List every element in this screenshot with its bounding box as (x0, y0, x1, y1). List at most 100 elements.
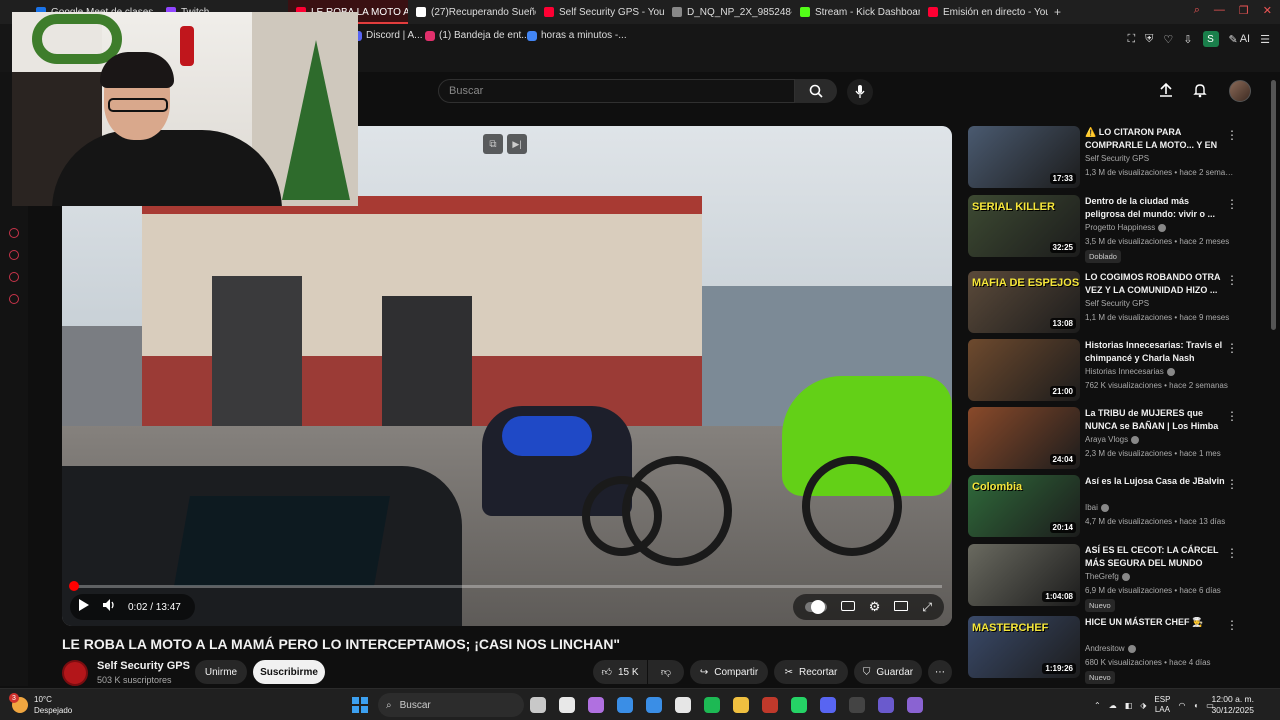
recommendation-title[interactable]: Así es la Lujosa Casa de JBalvin (1085, 475, 1225, 488)
recommendation-channel[interactable]: TheGrefg (1085, 572, 1130, 581)
taskbar-app-icon[interactable] (733, 697, 749, 713)
taskbar-app-icon[interactable] (646, 697, 662, 713)
play-button[interactable] (78, 598, 90, 617)
recommendation-title[interactable]: ASÍ ES EL CECOT: LA CÁRCEL MÁS SEGURA DE… (1085, 544, 1225, 570)
browser-tab[interactable]: (27)Recuperando Sueños (408, 0, 536, 24)
speaker-icon[interactable]: ◖ (1193, 701, 1198, 710)
channel-avatar[interactable] (62, 660, 88, 686)
video-progress-bar[interactable] (68, 581, 942, 591)
sidebar-clock-icon[interactable] (9, 250, 19, 260)
more-vertical-icon[interactable]: ⋮ (1226, 546, 1238, 560)
recommendation-channel[interactable]: Andresitow (1085, 644, 1136, 653)
screenshot-icon[interactable]: ⛶ (1127, 33, 1135, 46)
miniplayer-button[interactable]: ⧉ (483, 134, 503, 154)
autoplay-toggle[interactable] (804, 600, 827, 614)
sidebar-flag-icon[interactable] (9, 272, 19, 282)
recommendation-thumbnail[interactable]: MAFIA DE ESPEJOS 13:08 (968, 271, 1080, 333)
bookmark-item[interactable]: (1) Bandeja de ent... (425, 30, 530, 41)
new-tab-button[interactable]: + (1054, 5, 1061, 19)
recommendation-item[interactable]: Colombia 20:14 Así es la Lujosa Casa de JB… (968, 475, 1268, 539)
browser-tab[interactable]: Stream - Kick Dashboard (792, 0, 920, 24)
recommendation-thumbnail[interactable]: 17:33 (968, 126, 1080, 188)
taskbar-app-icon[interactable] (907, 697, 923, 713)
taskbar-app-icon[interactable] (704, 697, 720, 713)
next-overlay-button[interactable]: ▶| (507, 134, 527, 154)
restore-icon[interactable]: ❐ (1239, 4, 1249, 17)
recommendation-item[interactable]: MASTERCHEF 1:19:26 HICE UN MÁSTER CHEF 👨‍🍳… (968, 616, 1268, 684)
save-button[interactable]: ⛉ Guardar (854, 660, 922, 684)
like-button[interactable]: 👍︎ 15 K (593, 660, 647, 684)
taskbar-app-icon[interactable] (849, 697, 865, 713)
weather-widget[interactable]: 3 10°C Despejado (9, 693, 72, 716)
taskbar-app-icon[interactable] (530, 697, 546, 713)
recommendation-item[interactable]: SERIAL KILLER 32:25 Dentro de la ciudad má… (968, 195, 1268, 263)
channel-name[interactable]: Self Security GPS (97, 660, 190, 672)
taskbar-clock[interactable]: 12:00 a. m. 30/12/2025 (1211, 694, 1254, 716)
more-vertical-icon[interactable]: ⋮ (1226, 618, 1238, 632)
download-icon[interactable]: ⇩ (1183, 33, 1192, 46)
volume-button[interactable] (102, 598, 116, 617)
profile-icon[interactable]: S (1202, 31, 1219, 47)
more-vertical-icon[interactable]: ⋮ (1226, 477, 1238, 491)
recommendation-channel[interactable]: Araya Vlogs (1085, 435, 1140, 444)
recommendation-title[interactable]: LO COGIMOS ROBANDO OTRA VEZ Y LA COMUNID… (1085, 271, 1225, 297)
minimize-icon[interactable]: — (1214, 4, 1225, 17)
page-scrollbar[interactable] (1271, 80, 1276, 330)
youtube-search-input[interactable]: Buscar (438, 79, 795, 103)
more-vertical-icon[interactable]: ⋮ (1226, 341, 1238, 355)
recommendation-item[interactable]: 21:00 Historias Innecesarias: Travis el c… (968, 339, 1268, 403)
recommendation-title[interactable]: Historias Innecesarias: Travis el chimpa… (1085, 339, 1225, 365)
share-button[interactable]: ↪ Compartir (690, 660, 768, 684)
theater-mode-button[interactable] (894, 598, 909, 616)
recommendation-title[interactable]: ⚠️ LO CITARON PARA COMPRARLE LA MOTO... … (1085, 126, 1225, 152)
more-actions-button[interactable]: ⋯ (928, 660, 952, 684)
taskbar-app-icon[interactable] (617, 697, 633, 713)
sidebar-history-icon[interactable] (9, 228, 19, 238)
tray-app-icon[interactable]: ◧ (1125, 701, 1133, 710)
join-button[interactable]: Unirme (195, 660, 247, 684)
tray-expand-icon[interactable]: ⌃ (1094, 701, 1101, 710)
taskbar-app-icon[interactable] (762, 697, 778, 713)
recommendation-thumbnail[interactable]: 24:04 (968, 407, 1080, 469)
ai-button[interactable]: ✎ AI (1229, 33, 1251, 46)
more-vertical-icon[interactable]: ⋮ (1226, 128, 1238, 142)
dislike-button[interactable]: 👎︎ (648, 660, 684, 684)
taskbar-app-icon[interactable] (878, 697, 894, 713)
sidebar-settings-icon[interactable] (9, 294, 19, 304)
recommendation-channel[interactable]: Self Security GPS (1085, 299, 1149, 308)
recommendation-thumbnail[interactable]: SERIAL KILLER 32:25 (968, 195, 1080, 257)
settings-button[interactable]: ⚙ (869, 598, 881, 616)
voice-search-button[interactable] (847, 79, 873, 105)
bookmark-item[interactable]: horas a minutos -... (527, 30, 627, 41)
wifi-icon[interactable]: ◠ (1178, 701, 1185, 710)
browser-tab[interactable]: D_NQ_NP_2X_985248-ML (664, 0, 792, 24)
recommendation-channel[interactable]: Self Security GPS (1085, 154, 1149, 163)
recommendation-thumbnail[interactable]: MASTERCHEF 1:19:26 (968, 616, 1080, 678)
bookmark-item[interactable]: Discord | A... (352, 30, 423, 41)
more-vertical-icon[interactable]: ⋮ (1226, 273, 1238, 287)
tray-app-icon[interactable]: ⬗ (1140, 701, 1146, 710)
taskbar-app-icon[interactable] (675, 697, 691, 713)
subscribe-button[interactable]: Suscribirme (253, 660, 325, 684)
fullscreen-button[interactable]: ⤢ (922, 598, 932, 616)
browser-tab[interactable]: Emisión en directo - YouTu (920, 0, 1048, 24)
heart-icon[interactable]: ♡ (1163, 33, 1173, 46)
taskbar-search[interactable]: ⌕ Buscar (378, 693, 524, 717)
shield-icon[interactable]: ⛨ (1145, 33, 1153, 46)
recommendation-thumbnail[interactable]: 1:04:08 (968, 544, 1080, 606)
recommendation-title[interactable]: La TRIBU de MUJERES que NUNCA se BAÑAN |… (1085, 407, 1225, 433)
recommendation-channel[interactable]: Progetto Happiness (1085, 223, 1167, 232)
recommendation-channel[interactable]: Historias Innecesarias (1085, 367, 1175, 376)
account-avatar[interactable] (1229, 80, 1251, 102)
browser-search-icon[interactable]: ⌕ (1194, 4, 1200, 17)
create-upload-button[interactable] (1158, 82, 1174, 103)
notifications-button[interactable] (1192, 82, 1208, 103)
clip-button[interactable]: ✂ Recortar (774, 660, 848, 684)
more-vertical-icon[interactable]: ⋮ (1226, 197, 1238, 211)
subtitles-button[interactable] (840, 598, 855, 616)
taskbar-app-icon[interactable] (820, 697, 836, 713)
recommendation-thumbnail[interactable]: Colombia 20:14 (968, 475, 1080, 537)
recommendation-title[interactable]: Dentro de la ciudad más peligrosa del mu… (1085, 195, 1225, 221)
more-vertical-icon[interactable]: ⋮ (1226, 409, 1238, 423)
browser-tab[interactable]: Self Security GPS - YouTu (536, 0, 664, 24)
